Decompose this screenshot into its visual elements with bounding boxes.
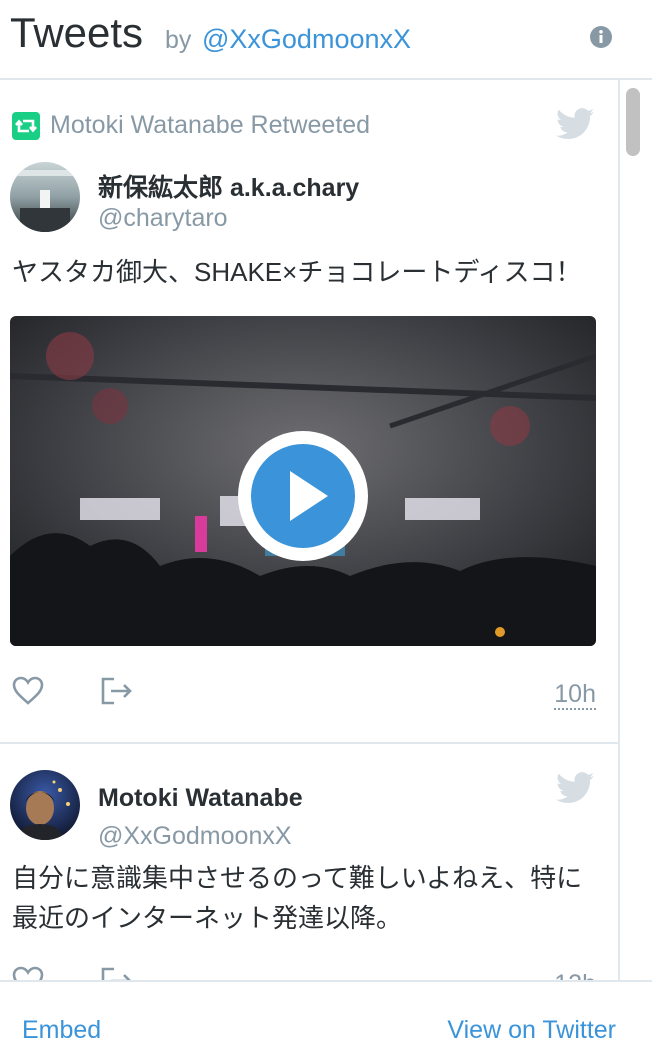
author-handle[interactable]: @charytaro [98, 204, 228, 233]
retweet-label[interactable]: Motoki Watanabe Retweeted [50, 110, 370, 140]
timestamp-text[interactable]: 12h [554, 970, 596, 980]
author-name[interactable]: Motoki Watanabe [98, 784, 303, 813]
tweet-timeline[interactable]: Motoki Watanabe Retweeted 新保紘太郎 a.k.a.ch… [0, 80, 620, 980]
tweet-text-line: 自分に意識集中させるのって難しいよねえ、特に [12, 863, 583, 893]
author-name[interactable]: 新保紘太郎 a.k.a.chary [98, 168, 359, 204]
scrollbar-thumb[interactable] [626, 88, 640, 156]
tweet-text: ヤスタカ御大、SHAKE×チョコレートディスコ！ [12, 257, 582, 287]
author-handle[interactable]: @XxGodmoonxX [98, 822, 292, 851]
by-label: by [165, 26, 192, 54]
retweet-icon [12, 112, 40, 140]
share-icon[interactable] [100, 676, 134, 706]
twitter-bird-icon[interactable] [556, 108, 594, 140]
widget-footer: Embed View on Twitter [0, 980, 652, 1054]
avatar[interactable] [10, 162, 80, 232]
timestamp-text[interactable]: 10h [554, 680, 596, 710]
avatar[interactable] [10, 770, 80, 840]
tweet-timestamp[interactable]: 12h [554, 970, 596, 980]
tweet-text: 自分に意識集中させるのって難しいよねえ、特に 最近のインターネット発達以降。 [12, 858, 602, 938]
profile-handle-link[interactable]: @XxGodmoonxX [202, 24, 411, 55]
tweet[interactable]: Motoki Watanabe @XxGodmoonxX 自分に意識集中させるの… [0, 744, 618, 980]
like-heart-icon[interactable] [12, 966, 44, 980]
view-on-twitter-link[interactable]: View on Twitter [447, 1016, 616, 1045]
info-icon[interactable] [590, 26, 612, 48]
tweet[interactable]: Motoki Watanabe Retweeted 新保紘太郎 a.k.a.ch… [0, 80, 618, 744]
like-heart-icon[interactable] [12, 676, 44, 706]
embed-link[interactable]: Embed [22, 1016, 101, 1045]
widget-header: Tweets by @XxGodmoonxX [0, 0, 652, 80]
tweet-timestamp[interactable]: 10h [554, 680, 596, 710]
tweet-text-line: 最近のインターネット発達以降。 [12, 903, 403, 933]
widget-title: Tweets [10, 9, 144, 56]
share-icon[interactable] [100, 966, 134, 980]
tweet-video[interactable] [10, 316, 596, 646]
twitter-bird-icon[interactable] [556, 772, 594, 804]
play-button[interactable] [238, 431, 368, 561]
